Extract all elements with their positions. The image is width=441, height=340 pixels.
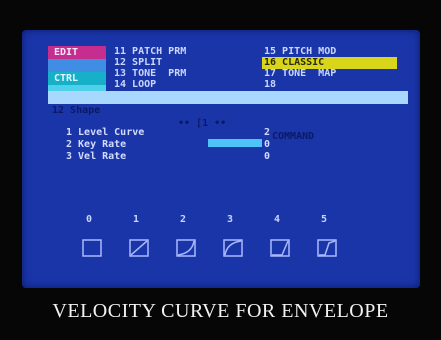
curve-number-4: 4 xyxy=(274,214,281,225)
curve-number-0: 0 xyxy=(86,214,93,225)
tab-edit-label: EDIT xyxy=(54,47,79,58)
curve-number-1: 1 xyxy=(133,214,140,225)
status-command[interactable]: COMMAND xyxy=(272,130,314,143)
curve-4-icon[interactable] xyxy=(270,239,290,257)
curve-number-2: 2 xyxy=(180,214,187,225)
tab-ctrl[interactable]: CTRL xyxy=(48,72,106,85)
param-vel-rate[interactable]: 3 Vel Rate xyxy=(66,151,126,163)
status-mid: •• [1 •• xyxy=(178,118,227,129)
status-left: 12 Shape xyxy=(52,105,101,116)
lcd-screen: EDIT CTRL 11 PATCH PRM 12 SPLIT 13 TONE … xyxy=(22,30,420,288)
param-level-curve[interactable]: 1 Level Curve xyxy=(66,127,144,139)
param-key-rate[interactable]: 2 Key Rate xyxy=(66,139,126,151)
status-bar: 12 Shape •• [1 •• COMMAND xyxy=(48,91,408,142)
curve-5-icon[interactable] xyxy=(317,239,337,257)
curve-3-icon[interactable] xyxy=(223,239,243,257)
curve-number-3: 3 xyxy=(227,214,234,225)
curve-number-5: 5 xyxy=(321,214,328,225)
photo-frame: EDIT CTRL 11 PATCH PRM 12 SPLIT 13 TONE … xyxy=(0,0,441,340)
curve-2-icon[interactable] xyxy=(176,239,196,257)
tab-edit[interactable]: EDIT xyxy=(48,46,106,59)
tab-2[interactable] xyxy=(48,59,106,72)
value-key-rate[interactable]: 0 xyxy=(264,139,270,150)
edit-cursor xyxy=(208,139,262,147)
menu-item-14[interactable]: 14 LOOP xyxy=(114,78,156,92)
curve-0-icon[interactable] xyxy=(82,239,102,257)
menu-item-18[interactable]: 18 xyxy=(264,78,276,92)
value-level-curve[interactable]: 2 xyxy=(264,127,270,138)
tab-ctrl-label: CTRL xyxy=(54,73,79,84)
figure-caption: VELOCITY CURVE FOR ENVELOPE xyxy=(52,300,389,322)
value-vel-rate[interactable]: 0 xyxy=(264,151,270,162)
curve-1-icon[interactable] xyxy=(129,239,149,257)
